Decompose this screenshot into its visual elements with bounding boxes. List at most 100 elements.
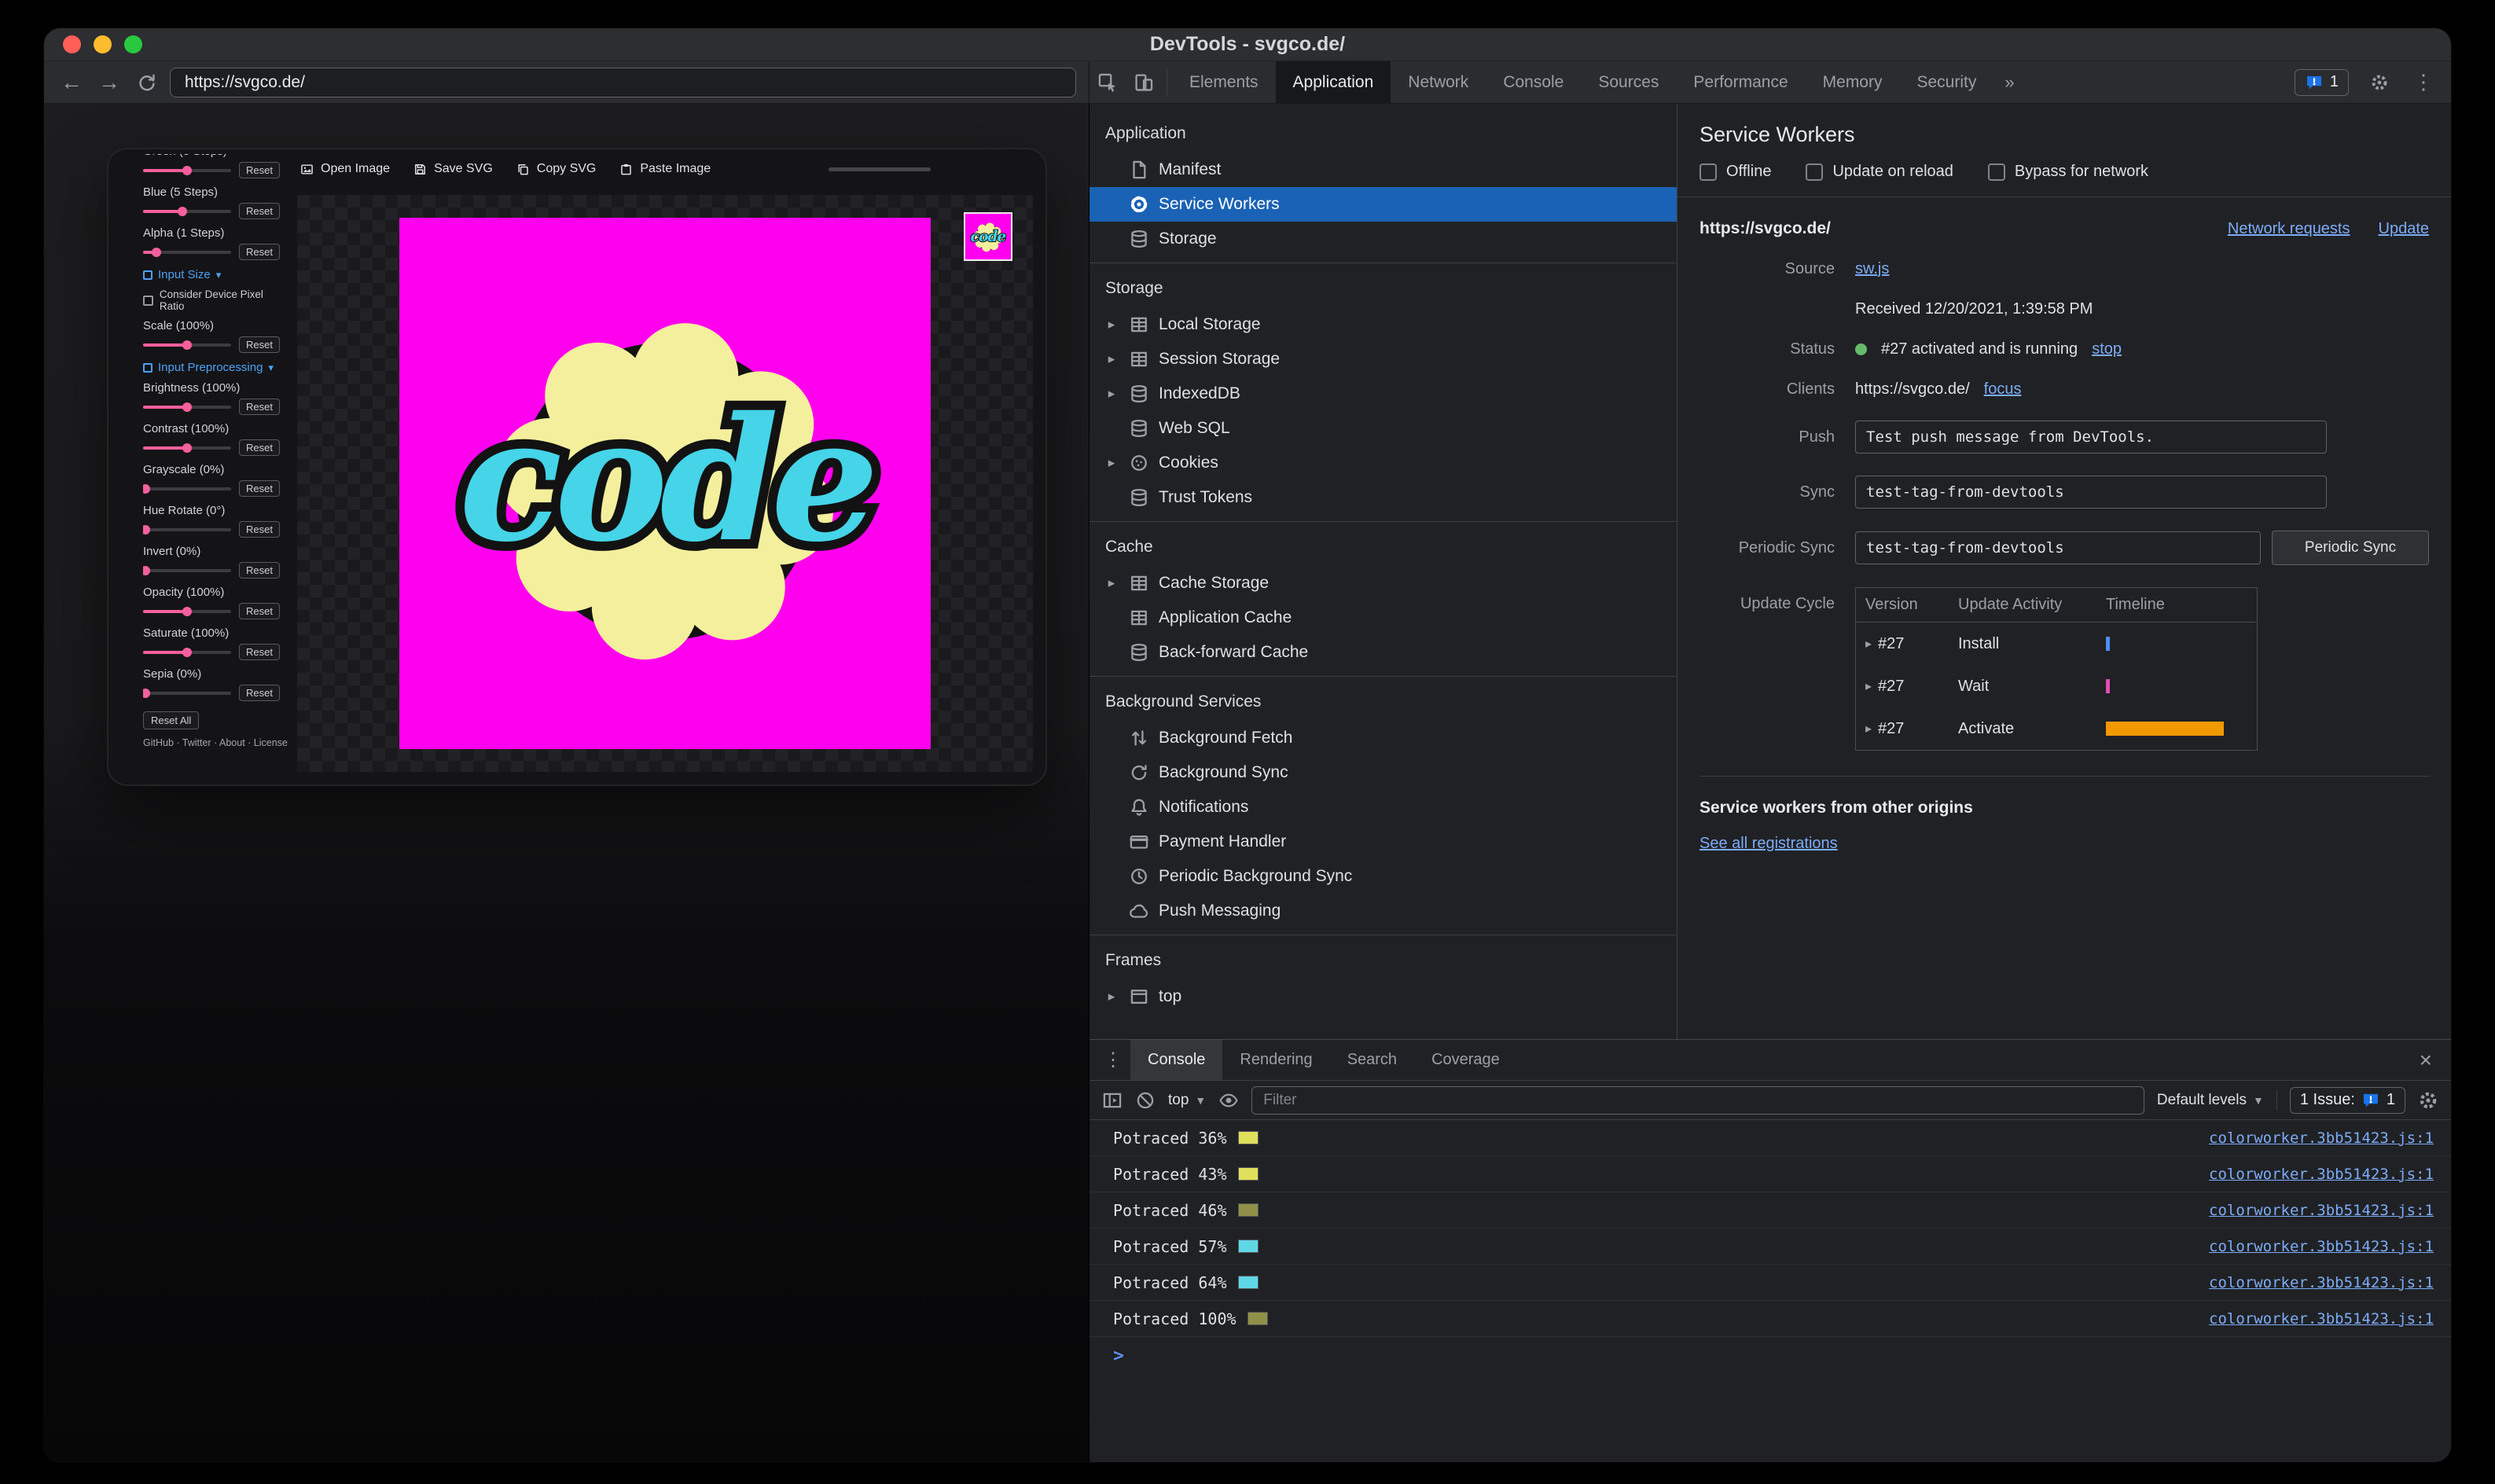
- close-window-button[interactable]: [63, 35, 81, 53]
- more-options-button[interactable]: ⋮: [2410, 70, 2437, 94]
- drawer-tab-coverage[interactable]: Coverage: [1414, 1040, 1517, 1080]
- slider-track[interactable]: [143, 165, 231, 175]
- version-cell[interactable]: ▸ #27: [1865, 720, 1958, 738]
- save-svg-button[interactable]: Save SVG: [413, 162, 493, 176]
- group-input-size[interactable]: Input Size ▾: [143, 268, 289, 281]
- reset-button[interactable]: Reset: [239, 203, 280, 219]
- settings-button[interactable]: [2361, 73, 2398, 92]
- stop-link[interactable]: stop: [2092, 340, 2122, 358]
- tab-performance[interactable]: Performance: [1676, 61, 1805, 103]
- checkbox[interactable]: [1699, 163, 1717, 181]
- reset-button[interactable]: Reset: [239, 244, 280, 260]
- slider-track[interactable]: [143, 402, 231, 412]
- slider-track[interactable]: [143, 688, 231, 698]
- sidebar-item-indexeddb[interactable]: ▸ IndexedDB: [1089, 377, 1677, 411]
- console-issues-button[interactable]: 1 Issue: 1: [2289, 1086, 2405, 1114]
- slider-knob[interactable]: [182, 165, 192, 175]
- reset-button[interactable]: Reset: [239, 480, 280, 497]
- console-settings-button[interactable]: [2418, 1090, 2438, 1111]
- slider-track[interactable]: [143, 206, 231, 216]
- sidebar-item-top[interactable]: ▸ top: [1089, 979, 1677, 1014]
- sidebar-item-background-sync[interactable]: ▸Background Sync: [1089, 755, 1677, 790]
- checkbox[interactable]: [1987, 163, 2005, 181]
- reset-button[interactable]: Reset: [239, 562, 280, 579]
- url-bar[interactable]: https://svgco.de/: [170, 67, 1076, 97]
- issues-counter-button[interactable]: 1: [2294, 68, 2349, 96]
- sidebar-item-push-messaging[interactable]: ▸Push Messaging: [1089, 894, 1677, 928]
- drawer-tab-search[interactable]: Search: [1330, 1040, 1414, 1080]
- sidebar-item-cache-storage[interactable]: ▸ Cache Storage: [1089, 566, 1677, 601]
- checkbox[interactable]: [1806, 163, 1824, 181]
- slider-knob[interactable]: [182, 402, 192, 412]
- version-cell[interactable]: ▸ #27: [1865, 678, 1958, 696]
- tab-application[interactable]: Application: [1275, 61, 1391, 103]
- slider-knob[interactable]: [143, 565, 151, 575]
- source-file-link[interactable]: sw.js: [1855, 260, 1889, 278]
- slider-knob[interactable]: [143, 524, 151, 534]
- close-drawer-button[interactable]: ×: [2407, 1040, 2445, 1080]
- reset-button[interactable]: Reset: [239, 399, 280, 415]
- slider-knob[interactable]: [182, 606, 192, 616]
- console-sidebar-toggle-button[interactable]: [1102, 1090, 1123, 1111]
- slider-knob[interactable]: [151, 247, 161, 257]
- zoom-slider[interactable]: [829, 167, 931, 171]
- sidebar-item-application-cache[interactable]: ▸Application Cache: [1089, 601, 1677, 635]
- checkbox-consider-device-pixel-ratio[interactable]: Consider Device Pixel Ratio: [143, 288, 289, 312]
- source-link[interactable]: colorworker.3bb51423.js:1: [2209, 1130, 2434, 1147]
- slider-track[interactable]: [143, 340, 231, 350]
- zoom-window-button[interactable]: [124, 35, 142, 53]
- sidebar-item-storage[interactable]: ▸Storage: [1089, 222, 1677, 256]
- reset-button[interactable]: Reset: [239, 685, 280, 701]
- push-input[interactable]: [1855, 421, 2327, 454]
- focus-link[interactable]: focus: [1984, 380, 2022, 399]
- reset-button[interactable]: Reset: [239, 162, 280, 178]
- sidebar-item-service-workers[interactable]: ▸Service Workers: [1089, 187, 1677, 222]
- back-button[interactable]: ←: [57, 68, 86, 97]
- reset-button[interactable]: Reset: [239, 336, 280, 353]
- sidebar-item-local-storage[interactable]: ▸ Local Storage: [1089, 307, 1677, 342]
- periodic-sync-button[interactable]: Periodic Sync: [2272, 531, 2429, 565]
- minimize-window-button[interactable]: [94, 35, 112, 53]
- checkbox-update-on-reload[interactable]: Update on reload: [1806, 163, 1953, 181]
- group-input-preprocessing[interactable]: Input Preprocessing ▾: [143, 361, 289, 374]
- sidebar-item-payment-handler[interactable]: ▸Payment Handler: [1089, 825, 1677, 859]
- sync-input[interactable]: [1855, 476, 2327, 509]
- source-link[interactable]: colorworker.3bb51423.js:1: [2209, 1310, 2434, 1328]
- reset-button[interactable]: Reset: [239, 644, 280, 660]
- see-all-registrations-link[interactable]: See all registrations: [1699, 835, 1838, 853]
- slider-knob[interactable]: [178, 206, 188, 216]
- sidebar-item-web-sql[interactable]: ▸Web SQL: [1089, 411, 1677, 446]
- tab-security[interactable]: Security: [1899, 61, 1993, 103]
- source-link[interactable]: colorworker.3bb51423.js:1: [2209, 1274, 2434, 1291]
- open-image-button[interactable]: Open Image: [300, 162, 390, 176]
- sidebar-item-background-fetch[interactable]: ▸Background Fetch: [1089, 721, 1677, 755]
- inspect-element-button[interactable]: [1089, 61, 1126, 103]
- reset-button[interactable]: Reset: [239, 521, 280, 538]
- reload-button[interactable]: [132, 68, 162, 97]
- slider-track[interactable]: [143, 483, 231, 494]
- source-link[interactable]: colorworker.3bb51423.js:1: [2209, 1202, 2434, 1219]
- update-link[interactable]: Update: [2379, 220, 2430, 238]
- sidebar-item-notifications[interactable]: ▸Notifications: [1089, 790, 1677, 825]
- slider-knob[interactable]: [182, 340, 192, 350]
- network-requests-link[interactable]: Network requests: [2228, 220, 2350, 238]
- tab-memory[interactable]: Memory: [1806, 61, 1900, 103]
- drawer-menu-button[interactable]: ⋮: [1096, 1040, 1130, 1080]
- console-prompt[interactable]: >: [1089, 1337, 2451, 1375]
- forward-button[interactable]: →: [94, 68, 124, 97]
- sidebar-item-cookies[interactable]: ▸ Cookies: [1089, 446, 1677, 480]
- sidebar-item-session-storage[interactable]: ▸ Session Storage: [1089, 342, 1677, 377]
- device-toolbar-button[interactable]: [1126, 61, 1162, 103]
- context-selector[interactable]: top ▼: [1168, 1092, 1206, 1109]
- version-cell[interactable]: ▸ #27: [1865, 635, 1958, 653]
- slider-knob[interactable]: [143, 483, 151, 494]
- sidebar-item-back-forward-cache[interactable]: ▸Back-forward Cache: [1089, 635, 1677, 670]
- slider-track[interactable]: [143, 443, 231, 453]
- filter-input[interactable]: [1251, 1085, 2144, 1115]
- tab-sources[interactable]: Sources: [1581, 61, 1676, 103]
- sidebar-item-manifest[interactable]: ▸Manifest: [1089, 152, 1677, 187]
- log-levels-dropdown[interactable]: Default levels ▼: [2157, 1092, 2264, 1109]
- paste-image-button[interactable]: Paste Image: [619, 162, 711, 176]
- slider-track[interactable]: [143, 565, 231, 575]
- live-expression-button[interactable]: [1218, 1090, 1239, 1111]
